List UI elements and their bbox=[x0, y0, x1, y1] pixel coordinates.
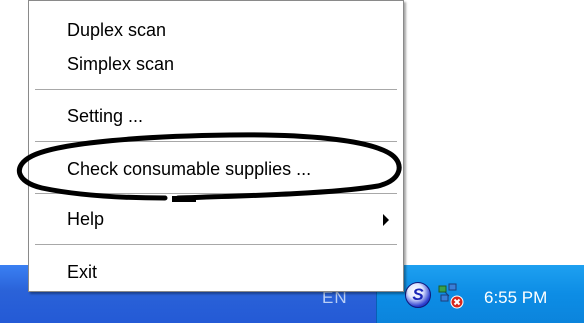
menu-item-label: Check consumable supplies ... bbox=[67, 159, 312, 179]
menu-separator bbox=[35, 89, 397, 91]
scanner-s-letter: S bbox=[412, 285, 424, 304]
menu-item-label: Exit bbox=[67, 262, 98, 282]
menu-item-label: Simplex scan bbox=[67, 54, 175, 74]
network-error-icon[interactable] bbox=[437, 282, 465, 310]
menu-item-help[interactable]: Help bbox=[29, 204, 403, 234]
menu-item-duplex-scan[interactable]: Duplex scan bbox=[29, 15, 403, 45]
menu-separator bbox=[35, 141, 397, 143]
menu-separator bbox=[35, 244, 397, 246]
clock[interactable]: 6:55 PM bbox=[484, 288, 547, 308]
menu-item-label: Help bbox=[67, 209, 105, 229]
menu-item-setting[interactable]: Setting ... bbox=[29, 101, 403, 131]
submenu-arrow-icon bbox=[383, 214, 389, 226]
menu-item-exit[interactable]: Exit bbox=[29, 257, 403, 287]
menu-item-simplex-scan[interactable]: Simplex scan bbox=[29, 49, 403, 79]
menu-item-label: Duplex scan bbox=[67, 20, 167, 40]
context-menu: Duplex scan Simplex scan Setting ... Che… bbox=[28, 0, 404, 292]
scanner-s-icon[interactable]: S bbox=[405, 282, 431, 308]
menu-item-check-consumable-supplies[interactable]: Check consumable supplies ... bbox=[29, 154, 403, 184]
menu-separator bbox=[35, 193, 397, 195]
menu-item-label: Setting ... bbox=[67, 106, 144, 126]
